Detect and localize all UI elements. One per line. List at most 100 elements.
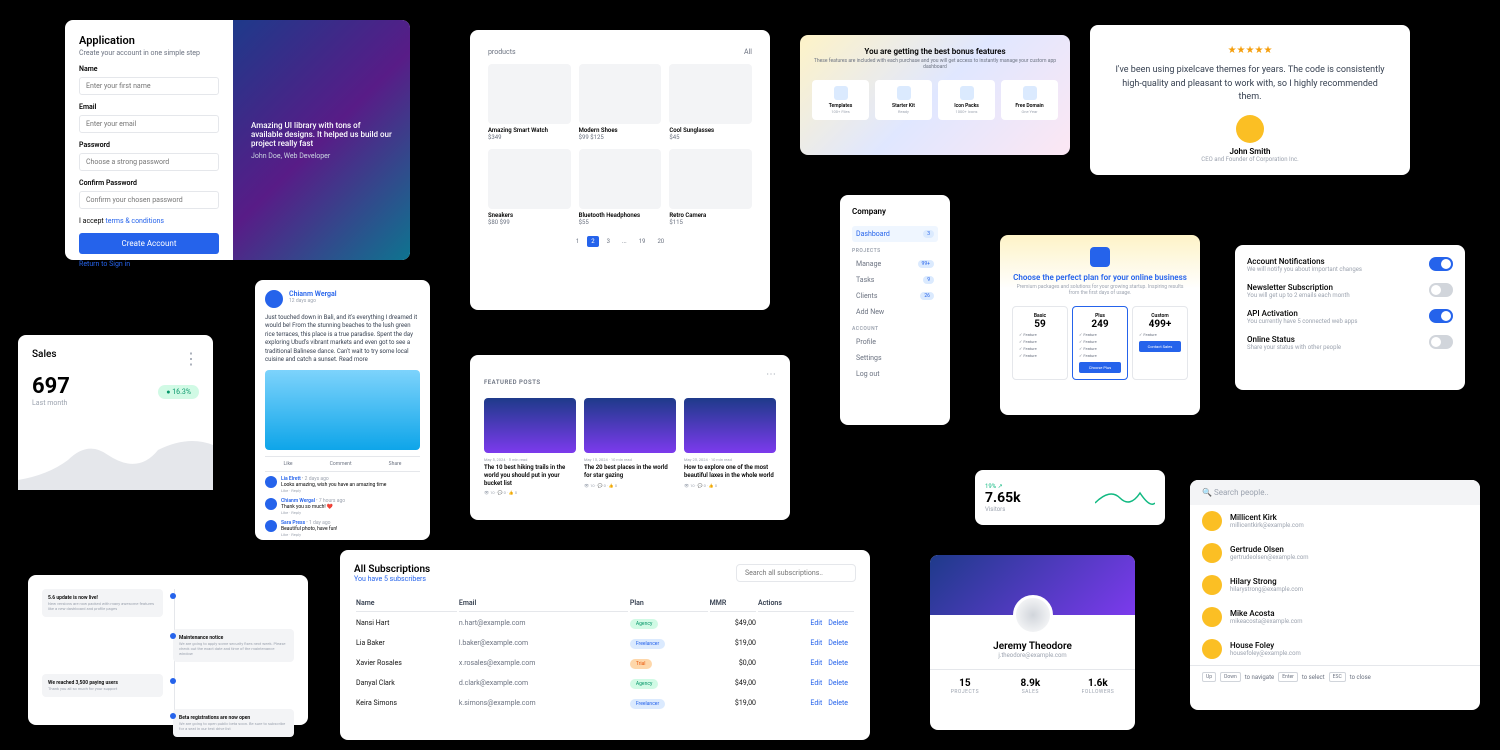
post-action[interactable]: Comment (330, 461, 352, 467)
bonus-item: Starter KitReady (875, 80, 932, 120)
subs-search[interactable] (736, 564, 856, 582)
bonus-item: Templates100+ Files (812, 80, 869, 120)
people-row[interactable]: Mike Acostamikeacosta@example.com (1190, 601, 1480, 633)
visitors-value: 7.65k (985, 490, 1021, 506)
edit-link[interactable]: Edit (810, 659, 822, 667)
toggle-row: Newsletter SubscriptionYou will get up t… (1247, 283, 1453, 299)
post-image (265, 370, 420, 450)
password-input[interactable] (79, 153, 219, 171)
post-action[interactable]: Share (389, 461, 402, 467)
signup-title: Application (79, 34, 219, 47)
section-label: FEATURED POSTS (484, 379, 541, 386)
edit-link[interactable]: Edit (810, 639, 822, 647)
product-item[interactable]: Sneakers$80 $99 (488, 149, 571, 226)
name-label: Name (79, 65, 219, 73)
bonus-subtitle: These features are included with each pu… (812, 58, 1058, 70)
delete-link[interactable]: Delete (828, 699, 848, 707)
accept-terms[interactable]: I accept terms & conditions (79, 217, 219, 225)
page-number[interactable]: 3 (603, 236, 614, 247)
profile-stat: 8.9kSALES (1020, 678, 1040, 695)
people-row[interactable]: Gertrude Olsengertrudeolsen@example.com (1190, 537, 1480, 569)
visitors-pct: 19% ↗ (985, 483, 1021, 490)
confirm-input[interactable] (79, 191, 219, 209)
testimonial-name: John Smith (1110, 147, 1390, 156)
profile-card: Jeremy Theodore j.theodore@example.com 1… (930, 555, 1135, 730)
edit-link[interactable]: Edit (810, 699, 822, 707)
settings-toggles: Account NotificationsWe will notify you … (1235, 245, 1465, 390)
avatar (265, 290, 283, 308)
edit-link[interactable]: Edit (810, 619, 822, 627)
breadcrumb[interactable]: products (488, 48, 516, 56)
sidebar-item[interactable]: Clients26 (852, 288, 938, 304)
people-row[interactable]: Millicent Kirkmillicentkirk@example.com (1190, 505, 1480, 537)
toggle-switch[interactable] (1429, 335, 1453, 349)
page-number[interactable]: 19 (635, 236, 650, 247)
delete-link[interactable]: Delete (828, 639, 848, 647)
pricing-plan[interactable]: Plus249✓ Feature✓ Feature✓ Feature✓ Feat… (1072, 306, 1128, 380)
profile-stat: 1.6kFOLLOWERS (1082, 678, 1115, 695)
toggle-switch[interactable] (1429, 257, 1453, 271)
product-item[interactable]: Cool Sunglasses$45 (669, 64, 752, 141)
people-search: 🔍 Search people.. Millicent Kirkmillicen… (1190, 480, 1480, 710)
sidebar-item[interactable]: Tasks9 (852, 272, 938, 288)
featured-item[interactable]: May 5, 2024 · 5 min readThe 10 best hiki… (484, 398, 576, 495)
sidebar-section: PROJECTS (852, 248, 938, 254)
sidebar-item[interactable]: Profile (852, 334, 938, 350)
page-number[interactable]: ... (618, 236, 631, 247)
sidebar-item[interactable]: Manage99+ (852, 256, 938, 272)
toggle-switch[interactable] (1429, 283, 1453, 297)
avatar (1013, 595, 1053, 635)
keyboard-hints: UpDownto navigate Enterto select ESCto c… (1190, 665, 1480, 688)
toggle-switch[interactable] (1429, 309, 1453, 323)
return-link[interactable]: Return to Sign in (79, 260, 219, 268)
pricing-plan[interactable]: Basic59✓ Feature✓ Feature✓ Feature✓ Feat… (1012, 306, 1068, 380)
table-header: Name (356, 595, 457, 612)
table-header: Actions (758, 595, 854, 612)
password-label: Password (79, 141, 219, 149)
page-number[interactable]: 2 (587, 236, 598, 247)
featured-posts: FEATURED POSTS ⋯ May 5, 2024 · 5 min rea… (470, 355, 790, 520)
subs-title: All Subscriptions (354, 564, 430, 575)
sidebar-item[interactable]: Settings (852, 350, 938, 366)
create-account-button[interactable]: Create Account (79, 233, 219, 254)
name-input[interactable] (79, 77, 219, 95)
visitors-label: Visitors (985, 506, 1021, 513)
signup-quote-panel: Amazing UI library with tons of availabl… (233, 20, 410, 260)
toggle-row: API ActivationYou currently have 5 conne… (1247, 309, 1453, 325)
sidebar-section: ACCOUNT (852, 326, 938, 332)
delete-link[interactable]: Delete (828, 619, 848, 627)
more-icon[interactable]: ⋮ (183, 349, 199, 368)
product-item[interactable]: Bluetooth Headphones$55 (579, 149, 662, 226)
post-action[interactable]: Like (284, 461, 293, 467)
product-item[interactable]: Amazing Smart Watch$349 (488, 64, 571, 141)
subscriptions-table: All Subscriptions You have 5 subscribers… (340, 550, 870, 740)
pagination[interactable]: 123... 1920 (488, 236, 752, 247)
product-item[interactable]: Modern Shoes$99 $125 (579, 64, 662, 141)
profile-email: j.theodore@example.com (930, 652, 1135, 659)
search-input[interactable]: 🔍 Search people.. (1190, 480, 1480, 505)
edit-link[interactable]: Edit (810, 679, 822, 687)
testimonial-quote: I've been using pixelcave themes for yea… (1110, 64, 1390, 105)
table-header: Plan (630, 595, 708, 612)
email-input[interactable] (79, 115, 219, 133)
confirm-label: Confirm Password (79, 179, 219, 187)
page-number[interactable]: 20 (653, 236, 668, 247)
featured-item[interactable]: May 25, 2024 · 10 min readHow to explore… (684, 398, 776, 495)
post-author[interactable]: Chianm Wergal (289, 290, 337, 298)
delete-link[interactable]: Delete (828, 679, 848, 687)
table-row: Keira Simonsk.simons@example.comFreelanc… (356, 694, 854, 712)
sidebar-item[interactable]: Log out (852, 366, 938, 382)
sort-dropdown[interactable]: All (744, 48, 752, 56)
product-item[interactable]: Retro Camera$115 (669, 149, 752, 226)
featured-item[interactable]: May 15, 2024 · 10 min readThe 20 best pl… (584, 398, 676, 495)
pricing-plan[interactable]: Custom499+✓ FeatureContact Sales (1132, 306, 1188, 380)
timeline-item: 5.6 update is now live!New versions are … (42, 589, 294, 617)
people-row[interactable]: Hilary Stronghilarystrong@example.com (1190, 569, 1480, 601)
delete-link[interactable]: Delete (828, 659, 848, 667)
sidebar-item[interactable]: Add New (852, 304, 938, 320)
people-row[interactable]: House Foleyhousefoley@example.com (1190, 633, 1480, 665)
comment: Chianm Wergal · 7 hours agoThank you so … (265, 498, 420, 516)
more-icon[interactable]: ⋯ (766, 369, 776, 380)
page-number[interactable]: 1 (572, 236, 583, 247)
sidebar-item[interactable]: Dashboard3 (852, 226, 938, 242)
